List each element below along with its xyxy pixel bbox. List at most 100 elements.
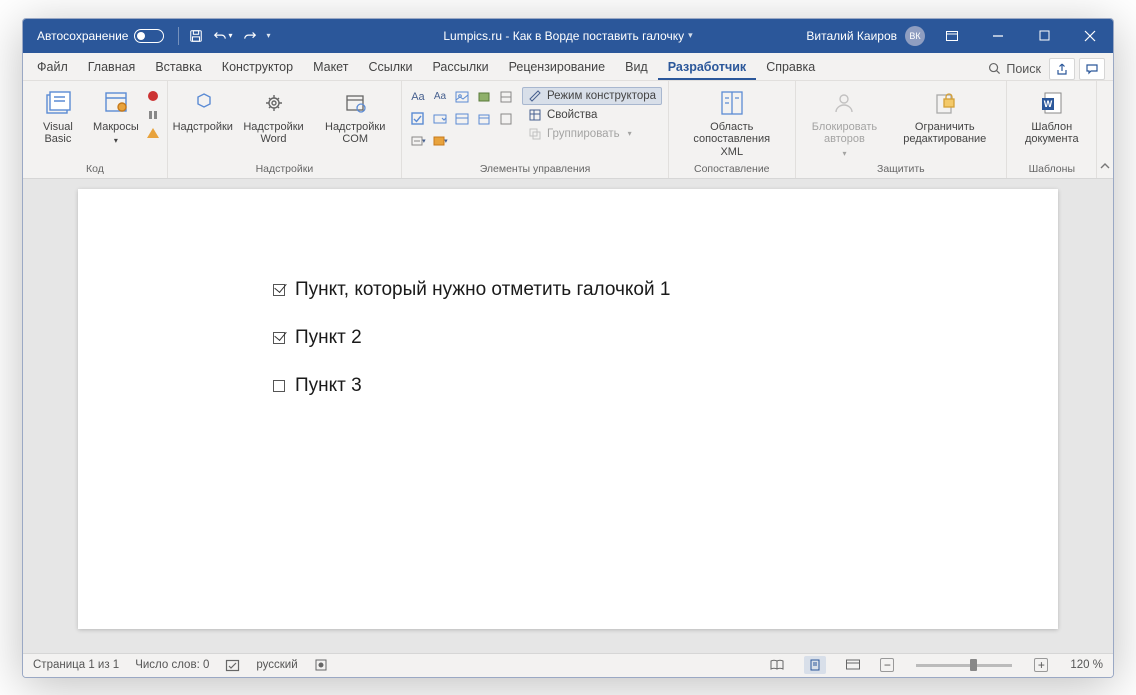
macros-button[interactable]: Макросы▾ [89,85,143,146]
title-bar: Автосохранение ▾ ▾ Lumpics.ru - Как в Во… [23,19,1113,53]
properties-button[interactable]: Свойства [522,106,662,124]
vb-icon [43,88,73,118]
group-button: Группировать▾ [522,125,662,143]
word-count[interactable]: Число слов: 0 [135,659,209,671]
checkbox-control-icon[interactable] [408,109,428,129]
xml-icon [717,88,747,118]
macro-security-icon[interactable] [145,126,161,142]
web-layout-button[interactable] [842,656,864,674]
checkbox-control[interactable] [273,284,285,296]
list-item[interactable]: Пункт, который нужно отметить галочкой 1 [273,279,1058,301]
group-protect: Блокировать авторов▾ Ограничить редактир… [796,81,1008,178]
group-code: Visual Basic Макросы▾ Код [23,81,168,178]
combobox-control-icon[interactable] [430,109,450,129]
restrict-editing-button[interactable]: Ограничить редактирование [889,85,1000,146]
document-template-button[interactable]: W Шаблон документа [1013,85,1090,146]
com-addins-button[interactable]: Надстройки COM [315,85,395,146]
xml-mapping-button[interactable]: Область сопоставления XML [675,85,788,159]
word-doc-icon: W [1037,88,1067,118]
undo-icon[interactable]: ▾ [213,29,232,43]
tab-mailings[interactable]: Рассылки [422,55,498,80]
repeat-control-icon[interactable] [496,109,516,129]
controls-gallery: Aa Aa ▾ ▾ [408,85,516,151]
minimize-button[interactable] [975,19,1021,53]
block-authors-icon [829,88,859,118]
group-controls: Aa Aa ▾ ▾ Режим конструктора [402,81,669,178]
tab-review[interactable]: Рецензирование [499,55,616,80]
list-item[interactable]: Пункт 3 [273,375,1058,397]
page-indicator[interactable]: Страница 1 из 1 [33,659,119,671]
document-title[interactable]: Lumpics.ru - Как в Ворде поставить галоч… [443,29,692,43]
ribbon-display-button[interactable] [929,19,975,53]
gear-icon [259,88,289,118]
zoom-out-button[interactable]: − [880,658,894,672]
visual-basic-button[interactable]: Visual Basic [29,85,87,146]
tab-insert[interactable]: Вставка [145,55,211,80]
close-button[interactable] [1067,19,1113,53]
autosave-label: Автосохранение [37,29,128,43]
tab-help[interactable]: Справка [756,55,825,80]
tab-developer[interactable]: Разработчик [658,55,756,80]
search-button[interactable]: Поиск [980,58,1049,80]
autosave-toggle[interactable]: Автосохранение [23,29,172,43]
dropdown-control-icon[interactable] [452,109,472,129]
addins-button[interactable]: Надстройки [174,85,232,134]
zoom-in-button[interactable]: + [1034,658,1048,672]
picture-control-icon[interactable] [452,87,472,107]
tab-view[interactable]: Вид [615,55,658,80]
save-icon[interactable] [189,29,203,43]
group-mapping: Область сопоставления XML Сопоставление [669,81,795,178]
macro-record-icon[interactable] [314,658,328,672]
document-page: Пункт, который нужно отметить галочкой 1… [78,189,1058,629]
macros-icon [101,88,131,118]
maximize-button[interactable] [1021,19,1067,53]
ribbon: Visual Basic Макросы▾ Код Надстройки Над… [23,81,1113,179]
date-control-icon[interactable] [474,109,494,129]
document-area[interactable]: Пункт, который нужно отметить галочкой 1… [23,179,1113,653]
word-addins-button[interactable]: Надстройки Word [234,85,314,146]
svg-text:W: W [1044,99,1053,109]
toggle-off-icon [134,29,164,43]
design-mode-button[interactable]: Режим конструктора [522,87,662,105]
tab-design[interactable]: Конструктор [212,55,303,80]
proofing-icon[interactable] [225,658,240,673]
pause-macro-icon[interactable] [145,107,161,123]
status-bar: Страница 1 из 1 Число слов: 0 русский − … [23,653,1113,677]
tab-file[interactable]: Файл [27,55,78,80]
properties-icon [528,108,542,122]
tab-home[interactable]: Главная [78,55,146,80]
word-window: Автосохранение ▾ ▾ Lumpics.ru - Как в Во… [22,18,1114,678]
chevron-down-icon: ▾ [688,30,693,41]
group-templates: W Шаблон документа Шаблоны [1007,81,1097,178]
share-button[interactable] [1049,58,1075,80]
checkbox-control[interactable] [273,380,285,392]
tab-layout[interactable]: Макет [303,55,358,80]
group-addins: Надстройки Надстройки Word Надстройки CO… [168,81,402,178]
buildingblock-control-icon[interactable] [474,87,494,107]
ruler-icon [528,89,542,103]
comments-button[interactable] [1079,58,1105,80]
zoom-slider[interactable] [916,664,1012,667]
block-authors-button: Блокировать авторов▾ [802,85,888,158]
list-item[interactable]: Пункт 2 [273,327,1058,349]
activex-icon[interactable]: ▾ [430,131,450,151]
com-icon [340,88,370,118]
ribbon-tabs: Файл Главная Вставка Конструктор Макет С… [23,53,1113,81]
read-mode-button[interactable] [766,656,788,674]
tab-references[interactable]: Ссылки [358,55,422,80]
username-label: Виталий Каиров [806,29,897,43]
plaintext-control-icon[interactable]: Aa [430,87,450,107]
checkbox-control[interactable] [273,332,285,344]
section-control-icon[interactable] [496,87,516,107]
collapse-ribbon-button[interactable] [1097,81,1113,178]
print-layout-button[interactable] [804,656,826,674]
language-indicator[interactable]: русский [256,659,297,671]
record-macro-icon[interactable] [145,88,161,104]
user-area[interactable]: Виталий Каиров ВК [806,26,929,46]
qat-dropdown-icon[interactable]: ▾ [267,31,271,40]
zoom-value[interactable]: 120 % [1070,659,1103,671]
redo-icon[interactable] [243,29,257,43]
addins-icon [188,88,218,118]
legacy-form-icon[interactable]: ▾ [408,131,428,151]
richtext-control-icon[interactable]: Aa [408,87,428,107]
